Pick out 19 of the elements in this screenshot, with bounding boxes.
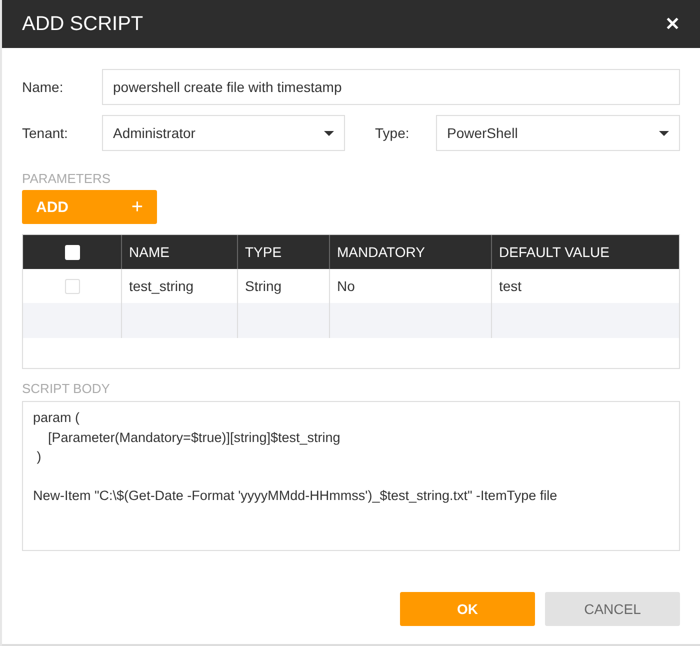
column-header[interactable]: TYPE	[237, 235, 329, 269]
field-label: Name:	[22, 79, 64, 95]
script-body-field[interactable]: param ( [Parameter(Mandatory=$true)][string]$test_string ) New-Item "C:\$(Get-Date -Format 'yyyyMMdd-HHmmss')_$test_string.txt" -ItemType file	[22, 401, 680, 551]
name-input-field[interactable]: powershell create file with timestamp	[102, 69, 680, 105]
caret-icon	[659, 130, 669, 136]
dropdown[interactable]: PowerShell	[436, 115, 680, 151]
column-header[interactable]: DEFAULT VALUE	[491, 235, 679, 269]
dropdown[interactable]: Administrator	[102, 115, 345, 151]
field-label: Tenant:	[22, 125, 69, 141]
caret-icon	[324, 130, 334, 136]
column-header[interactable]: NAME	[121, 235, 237, 269]
cancel-button[interactable]: CANCEL	[545, 592, 680, 626]
row-checkbox[interactable]	[64, 278, 80, 294]
dialog-title: ADD SCRIPT	[22, 12, 144, 36]
field-label: Type:	[375, 125, 410, 141]
select-all-checkbox[interactable]	[64, 244, 80, 260]
section-heading: PARAMETERS	[22, 171, 112, 188]
section-heading: SCRIPT BODY	[22, 381, 111, 398]
column-header[interactable]: MANDATORY	[329, 235, 491, 269]
